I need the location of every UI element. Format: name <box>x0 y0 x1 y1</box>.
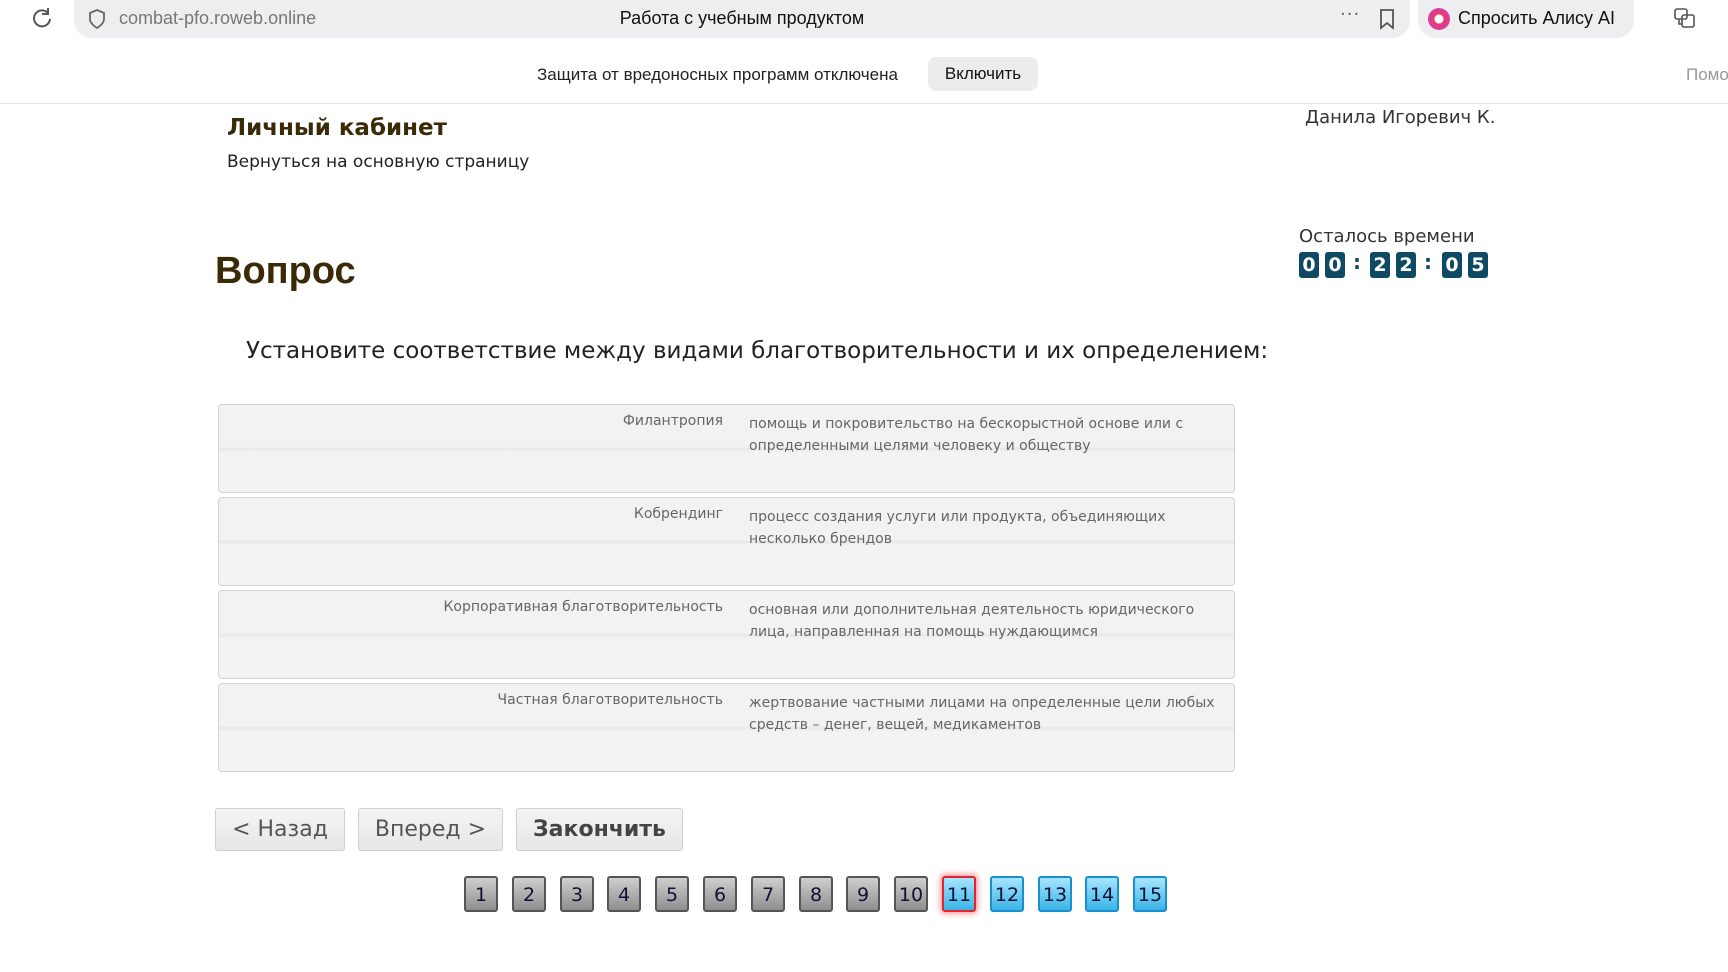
match-row[interactable]: Кобрендинг процесс создания услуги или п… <box>218 497 1235 586</box>
match-definition[interactable]: помощь и покровительство на бескорыстной… <box>749 413 1229 457</box>
timer-digit: 0 <box>1299 252 1319 278</box>
match-term: Кобрендинг <box>633 506 723 522</box>
timer-digit: 2 <box>1370 252 1390 278</box>
help-link[interactable]: Помо <box>1686 65 1728 85</box>
page-button-current[interactable]: 11 <box>942 876 976 912</box>
match-term: Корпоративная благотворительность <box>443 599 723 615</box>
timer-label: Осталось времени <box>1299 226 1475 247</box>
more-icon[interactable]: ··· <box>1340 4 1360 25</box>
timer-digit: 5 <box>1468 252 1488 278</box>
finish-button[interactable]: Закончить <box>516 808 683 851</box>
page-button[interactable]: 10 <box>894 876 928 912</box>
page-button[interactable]: 2 <box>512 876 546 912</box>
ask-alice-label: Спросить Алису AI <box>1458 8 1616 28</box>
page-button[interactable]: 15 <box>1133 876 1167 912</box>
timer-separator: : <box>1353 250 1361 274</box>
match-row[interactable]: Частная благотворительность жертвование … <box>218 683 1235 772</box>
timer-digit: 0 <box>1325 252 1345 278</box>
timer-separator: : <box>1424 250 1432 274</box>
match-row[interactable]: Корпоративная благотворительность основн… <box>218 590 1235 679</box>
ask-alice-button[interactable]: Спросить Алису AI <box>1418 0 1634 38</box>
cabinet-title: Личный кабинет <box>227 115 447 141</box>
protection-banner: Защита от вредоносных программ отключена… <box>0 38 1728 104</box>
timer-digit: 2 <box>1396 252 1416 278</box>
protection-message: Защита от вредоносных программ отключена <box>537 65 898 84</box>
reload-icon[interactable] <box>30 6 54 30</box>
question-text: Установите соответствие между видами бла… <box>246 338 1269 364</box>
forward-button[interactable]: Вперед > <box>358 808 503 851</box>
back-to-main-link[interactable]: Вернуться на основную страницу <box>227 152 529 172</box>
question-pager: 1 2 3 4 5 6 7 8 9 10 11 12 13 14 15 <box>0 876 1728 914</box>
page-button[interactable]: 14 <box>1085 876 1119 912</box>
page-button[interactable]: 13 <box>1038 876 1072 912</box>
page-button[interactable]: 6 <box>703 876 737 912</box>
page-button[interactable]: 8 <box>799 876 833 912</box>
match-definition[interactable]: процесс создания услуги или продукта, об… <box>749 506 1229 550</box>
alice-icon <box>1428 8 1450 30</box>
enable-protection-button[interactable]: Включить <box>928 57 1038 91</box>
page-button[interactable]: 1 <box>464 876 498 912</box>
page-button[interactable]: 7 <box>751 876 785 912</box>
page-button[interactable]: 5 <box>655 876 689 912</box>
timer-digit: 0 <box>1442 252 1462 278</box>
browser-toolbar: combat-pfo.roweb.online Работа с учебным… <box>0 0 1728 38</box>
page-button[interactable]: 3 <box>560 876 594 912</box>
match-row[interactable]: Филантропия помощь и покровительство на … <box>218 404 1235 493</box>
page-title-text: Работа с учебным продуктом <box>619 8 865 28</box>
matching-table: Филантропия помощь и покровительство на … <box>218 404 1235 776</box>
address-bar[interactable]: combat-pfo.roweb.online Работа с учебным… <box>74 0 1410 38</box>
page-button[interactable]: 4 <box>607 876 641 912</box>
question-heading: Вопрос <box>215 250 356 292</box>
match-definition[interactable]: основная или дополнительная деятельность… <box>749 599 1229 643</box>
user-name: Данила Игоревич К. <box>1305 107 1496 128</box>
page-button[interactable]: 9 <box>846 876 880 912</box>
bookmark-icon[interactable] <box>1378 8 1396 30</box>
match-term: Филантропия <box>622 413 723 429</box>
page-button[interactable]: 12 <box>990 876 1024 912</box>
extensions-icon[interactable] <box>1672 6 1698 32</box>
match-definition[interactable]: жертвование частными лицами на определен… <box>749 692 1229 736</box>
back-button[interactable]: < Назад <box>215 808 345 851</box>
match-term: Частная благотворительность <box>497 692 723 708</box>
